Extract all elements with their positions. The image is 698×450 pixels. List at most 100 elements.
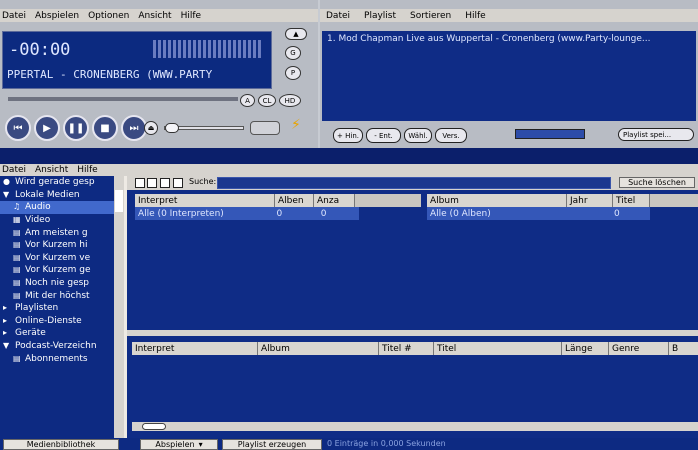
- create-playlist-button[interactable]: Playlist erzeugen: [222, 439, 322, 450]
- album-row-tracks: 0: [614, 208, 620, 219]
- library-bottombar: Medienbibliothek Abspielen ▾ Playlist er…: [0, 438, 698, 450]
- time-display[interactable]: -00:00: [9, 40, 70, 60]
- artist-col-header[interactable]: Interpret: [135, 194, 275, 207]
- nav-scrollbar[interactable]: [114, 176, 124, 438]
- view-button-3[interactable]: [160, 178, 170, 188]
- nav-item-label: Geräte: [15, 328, 46, 339]
- album-col-header[interactable]: Album: [427, 194, 567, 207]
- play-button[interactable]: ▶: [34, 115, 60, 141]
- playlist-item[interactable]: 1. Mod Chapman Live aus Wuppertal - Cron…: [327, 34, 691, 44]
- play-selection-button[interactable]: Abspielen ▾: [140, 439, 218, 450]
- nav-item[interactable]: ▤ Vor Kurzem ve: [0, 252, 124, 265]
- lib-menu-file[interactable]: Datei: [2, 165, 26, 175]
- track-header: Interpret Album Titel # Titel Länge Genr…: [127, 342, 698, 355]
- nav-item-label: Audio: [25, 202, 51, 213]
- track-genre-header[interactable]: Genre: [609, 342, 669, 355]
- doc-icon: ▤: [13, 265, 21, 275]
- pane-splitter[interactable]: [127, 330, 698, 336]
- nav-item[interactable]: ▤ Noch nie gesp: [0, 277, 124, 290]
- audio-icon: ♫: [13, 202, 21, 212]
- select-button[interactable]: Wähl.: [404, 128, 432, 143]
- count-col-header[interactable]: Anza: [314, 194, 355, 207]
- nav-scroll-thumb[interactable]: [115, 190, 123, 212]
- media-library-tab[interactable]: Medienbibliothek: [3, 439, 119, 450]
- volume-thumb[interactable]: [165, 123, 179, 133]
- doc-icon: ▤: [13, 278, 21, 288]
- pause-button[interactable]: ❚❚: [63, 115, 89, 141]
- library-titlebar[interactable]: [0, 148, 698, 164]
- album-pane: Album Jahr Titel Alle (0 Alben) 0: [427, 194, 698, 304]
- track-hscrollbar[interactable]: [132, 422, 698, 431]
- lib-menu-help[interactable]: Hilfe: [77, 165, 97, 175]
- menu-file[interactable]: Datei: [2, 11, 26, 21]
- doc-icon: ▤: [13, 240, 21, 250]
- search-input[interactable]: [217, 177, 611, 189]
- nav-item[interactable]: ▤ Vor Kurzem hi: [0, 239, 124, 252]
- track-album-header[interactable]: Album: [258, 342, 379, 355]
- eject-button[interactable]: ▲: [285, 28, 307, 40]
- track-b-header[interactable]: B: [669, 342, 698, 355]
- pl-menu-playlist[interactable]: Playlist: [364, 11, 396, 21]
- tracks-col-header[interactable]: Titel: [613, 194, 650, 207]
- nav-item[interactable]: ▤ Mit der höchst: [0, 289, 124, 302]
- albums-col-header[interactable]: Alben: [275, 194, 314, 207]
- nav-item[interactable]: ▦ Video: [0, 214, 124, 227]
- nav-item[interactable]: ▸ Playlisten: [0, 302, 124, 315]
- collapse-icon: ▸: [3, 315, 8, 325]
- repeat-button[interactable]: CL: [258, 94, 276, 107]
- nav-item[interactable]: ▤ Am meisten g: [0, 226, 124, 239]
- track-artist-header[interactable]: Interpret: [132, 342, 258, 355]
- artist-row[interactable]: Alle (0 Interpreten) 0 0: [135, 207, 359, 220]
- pl-menu-sort[interactable]: Sortieren: [410, 11, 451, 21]
- pl-menu-help[interactable]: Hilfe: [465, 11, 485, 21]
- nav-item[interactable]: ▼ Lokale Medien: [0, 189, 124, 202]
- search-bar: Suche: Suche löschen: [127, 176, 698, 190]
- view-button-1[interactable]: [135, 178, 145, 188]
- menu-help[interactable]: Hilfe: [181, 11, 201, 21]
- misc-button[interactable]: Vers.: [435, 128, 467, 143]
- volume-slider[interactable]: [164, 123, 244, 133]
- menu-play[interactable]: Abspielen: [35, 11, 79, 21]
- open-file-button[interactable]: ⏏: [144, 121, 158, 135]
- lib-menu-view[interactable]: Ansicht: [35, 165, 68, 175]
- pl-toggle-button[interactable]: P: [285, 66, 301, 80]
- doc-icon: ▤: [13, 252, 21, 262]
- nav-item[interactable]: ▤ Abonnements: [0, 352, 124, 365]
- view-button-4[interactable]: [173, 178, 183, 188]
- clear-search-button[interactable]: Suche löschen: [619, 177, 695, 188]
- track-hscroll-thumb[interactable]: [142, 423, 166, 430]
- nav-item[interactable]: ▼ Podcast-Verzeichn: [0, 340, 124, 353]
- nav-item[interactable]: ▸ Geräte: [0, 327, 124, 340]
- playlist-save-button[interactable]: Playlist spei...: [618, 128, 694, 141]
- add-button[interactable]: + Hin.: [333, 128, 363, 143]
- collapse-icon: ▸: [3, 328, 8, 338]
- nav-list: ● Wird gerade gesp ▼ Lokale Medien ♫ Audio ▦ Vi…: [0, 176, 124, 365]
- expand-icon: ▼: [3, 341, 10, 351]
- remove-button[interactable]: - Ent.: [366, 128, 401, 143]
- nav-item[interactable]: ● Wird gerade gesp: [0, 176, 124, 189]
- pl-menu-file[interactable]: Datei: [326, 11, 350, 21]
- lightning-icon[interactable]: ⚡: [291, 117, 307, 135]
- nav-item[interactable]: ▸ Online-Dienste: [0, 315, 124, 328]
- nav-item[interactable]: ▤ Vor Kurzem ge: [0, 264, 124, 277]
- track-list: Interpret Album Titel # Titel Länge Genr…: [127, 342, 698, 355]
- playlist-list: 1. Mod Chapman Live aus Wuppertal - Cron…: [322, 31, 696, 121]
- nav-item[interactable]: ♫ Audio: [0, 201, 124, 214]
- track-length-header[interactable]: Länge: [562, 342, 609, 355]
- album-row[interactable]: Alle (0 Alben) 0: [427, 207, 650, 220]
- artist-row-albums: 0: [276, 208, 283, 219]
- track-number-header[interactable]: Titel #: [379, 342, 434, 355]
- eq-toggle-button[interactable]: G: [285, 46, 301, 60]
- menu-options[interactable]: Optionen: [88, 11, 129, 21]
- view-button-2[interactable]: [147, 178, 157, 188]
- year-col-header[interactable]: Jahr: [567, 194, 613, 207]
- track-title-header[interactable]: Titel: [434, 342, 562, 355]
- menu-view[interactable]: Ansicht: [138, 11, 171, 21]
- balance-control[interactable]: [250, 121, 280, 135]
- nav-item-label: Mit der höchst: [25, 290, 90, 301]
- stop-button[interactable]: ■: [92, 115, 118, 141]
- previous-button[interactable]: ⏮: [5, 115, 31, 141]
- mode-button[interactable]: HD: [279, 94, 301, 107]
- shuffle-button[interactable]: A: [240, 94, 255, 107]
- seek-bar[interactable]: [8, 97, 238, 101]
